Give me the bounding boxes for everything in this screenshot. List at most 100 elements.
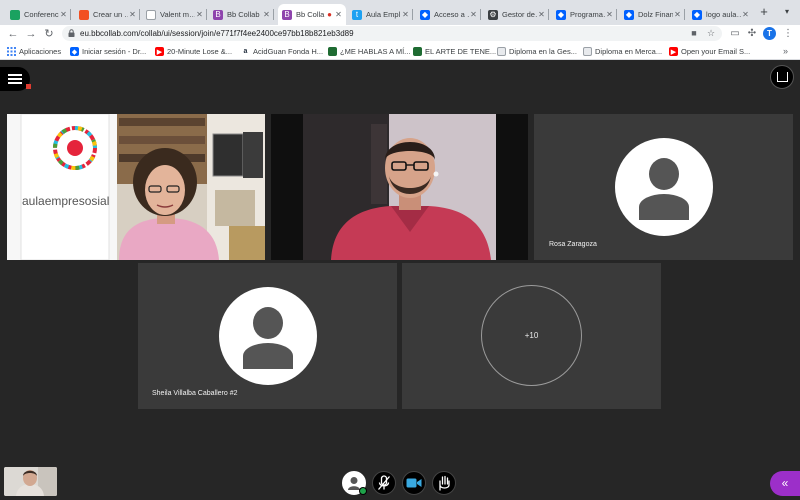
bookmark-label: Diploma en Merca... [595, 47, 663, 56]
address-bar[interactable]: eu.bbcollab.com/collab/ui/session/join/e… [62, 26, 722, 41]
book-icon [328, 47, 337, 56]
bookmark-label: ¿ME HABLAS A MÍ... [340, 47, 411, 56]
collab-purple-icon: B [282, 9, 292, 20]
participant-avatar-tile[interactable]: Sheila Villalba Caballero #2 [138, 263, 397, 409]
tab-title: Aula Empl [366, 10, 401, 19]
bookmark-item[interactable]: a AcidGuan Fonda H... [241, 43, 323, 60]
self-video-preview[interactable] [4, 467, 57, 496]
participant-avatar-tile[interactable]: Rosa Zaragoza [534, 114, 793, 260]
browser-tab[interactable]: ◆ Acceso a … ✕ [416, 4, 481, 25]
close-icon[interactable]: ✕ [537, 10, 546, 19]
bookmark-item[interactable]: Diploma en Merca... [583, 43, 662, 60]
close-icon[interactable]: ✕ [401, 10, 410, 19]
tab-search-icon[interactable]: ▾ [780, 5, 794, 19]
close-icon[interactable]: ✕ [605, 10, 614, 19]
browser-tab[interactable]: t Aula Empl ✕ [348, 4, 413, 25]
bookmarks-bar: Aplicaciones ◆ Iniciar sesión - Dr... ▶ … [0, 43, 800, 60]
hamburger-icon [8, 72, 22, 86]
browser-tab[interactable]: ◆ logo aula… ✕ [688, 4, 753, 25]
tab-title: Gestor de… [502, 10, 537, 19]
extensions-puzzle-icon[interactable]: ✣ [745, 26, 759, 42]
browser-tab[interactable]: B Bb Collab ✕ [209, 4, 274, 25]
page-icon [146, 9, 156, 20]
raise-hand-button[interactable] [432, 471, 456, 495]
participant-video-feed [271, 114, 528, 260]
bookmark-apps[interactable]: Aplicaciones [7, 43, 61, 60]
browser-tab[interactable]: ◆ Dolz Finan ✕ [620, 4, 685, 25]
close-icon[interactable]: ✕ [59, 10, 68, 19]
youtube-icon: ▶ [669, 47, 678, 56]
url-text: eu.bbcollab.com/collab/ui/session/join/e… [80, 29, 354, 38]
close-icon[interactable]: ✕ [128, 10, 137, 19]
profile-avatar[interactable]: T [763, 27, 776, 40]
more-bookmarks-icon[interactable]: » [783, 43, 788, 60]
close-icon[interactable]: ✕ [195, 10, 204, 19]
new-tab-button[interactable]: + [757, 5, 771, 19]
participant-video-tile[interactable]: aulaempresosial [7, 114, 265, 260]
camera-icon[interactable]: ■ [688, 26, 700, 41]
layout-toggle-button[interactable] [770, 65, 794, 89]
forward-button[interactable]: → [24, 26, 38, 42]
microphone-toggle-button[interactable] [372, 471, 396, 495]
browser-tab[interactable]: ⚙ Gestor de… ✕ [484, 4, 549, 25]
amazon-icon: a [241, 47, 250, 56]
browser-tab[interactable]: Crear un … ✕ [75, 4, 140, 25]
more-participants-tile[interactable]: +10 [402, 263, 661, 409]
green-square-icon [10, 9, 20, 20]
cast-icon[interactable]: ▭ [728, 26, 742, 42]
aula-logo-text: aulaempresosial [22, 194, 109, 208]
layout-frame-icon [777, 72, 788, 82]
close-icon[interactable]: ✕ [334, 10, 343, 19]
tab-title: Acceso a … [434, 10, 469, 19]
microphone-muted-icon [378, 475, 390, 490]
bookmark-item[interactable]: ▶ 20-Minute Lose &... [155, 43, 232, 60]
reload-button[interactable]: ↻ [42, 26, 56, 42]
close-icon[interactable]: ✕ [741, 10, 750, 19]
browser-tab-active[interactable]: B Bb Colla ● ✕ [278, 4, 346, 25]
close-icon[interactable]: ✕ [469, 10, 478, 19]
bookmark-label: Iniciar sesión - Dr... [82, 47, 147, 56]
bookmark-item[interactable]: ◆ Iniciar sesión - Dr... [70, 43, 146, 60]
bookmark-item[interactable]: EL ARTE DE TENE... [413, 43, 496, 60]
browser-tab[interactable]: ◆ Programa… ✕ [552, 4, 617, 25]
back-button[interactable]: ← [6, 26, 20, 42]
book-icon [413, 47, 422, 56]
tab-title: Bb Colla [296, 10, 325, 19]
camera-toggle-button[interactable] [402, 471, 426, 495]
close-icon[interactable]: ✕ [673, 10, 682, 19]
bookmark-item[interactable]: ▶ Open your Email S... [669, 43, 750, 60]
open-collab-panel-button[interactable]: « [770, 471, 800, 496]
bookmark-label: 20-Minute Lose &... [167, 47, 233, 56]
browser-tab[interactable]: Valent m… ✕ [142, 4, 207, 25]
dropbox-icon: ◆ [70, 47, 79, 56]
self-video-feed [4, 467, 57, 496]
user-avatar-icon [615, 138, 713, 236]
more-vert-icon[interactable]: ⋮ [781, 26, 795, 42]
raise-hand-icon [439, 475, 450, 491]
collab-session: aulaempresosial Rosa Zaragoza Sheila Vil… [0, 61, 800, 500]
gear-icon: ⚙ [488, 9, 498, 20]
collab-purple-icon: B [213, 9, 223, 20]
browser-toolbar: ← → ↻ eu.bbcollab.com/collab/ui/session/… [0, 25, 800, 43]
bookmark-label: AcidGuan Fonda H... [253, 47, 324, 56]
video-camera-icon [406, 478, 422, 488]
page-icon [497, 47, 506, 56]
participant-name: Sheila Villalba Caballero #2 [152, 390, 238, 397]
overflow-count: +10 [524, 331, 539, 340]
bookmark-label: Aplicaciones [19, 47, 62, 56]
tab-title: logo aula… [706, 10, 741, 19]
bookmark-label: Open your Email S... [681, 47, 751, 56]
close-icon[interactable]: ✕ [262, 10, 271, 19]
bookmark-item[interactable]: ¿ME HABLAS A MÍ... [328, 43, 410, 60]
microsoft-icon [79, 9, 89, 20]
bookmark-item[interactable]: Diploma en la Ges... [497, 43, 577, 60]
recording-icon: ● [327, 10, 332, 19]
participant-video-tile[interactable] [271, 114, 528, 260]
user-avatar-icon [219, 287, 317, 385]
chevron-double-left-icon: « [781, 476, 789, 490]
bookmark-star-icon[interactable]: ☆ [705, 26, 717, 41]
dropbox-icon: ◆ [692, 9, 702, 20]
browser-tab[interactable]: Conferenc ✕ [6, 4, 71, 25]
dropbox-icon: ◆ [624, 9, 634, 20]
apps-grid-icon [7, 47, 16, 56]
